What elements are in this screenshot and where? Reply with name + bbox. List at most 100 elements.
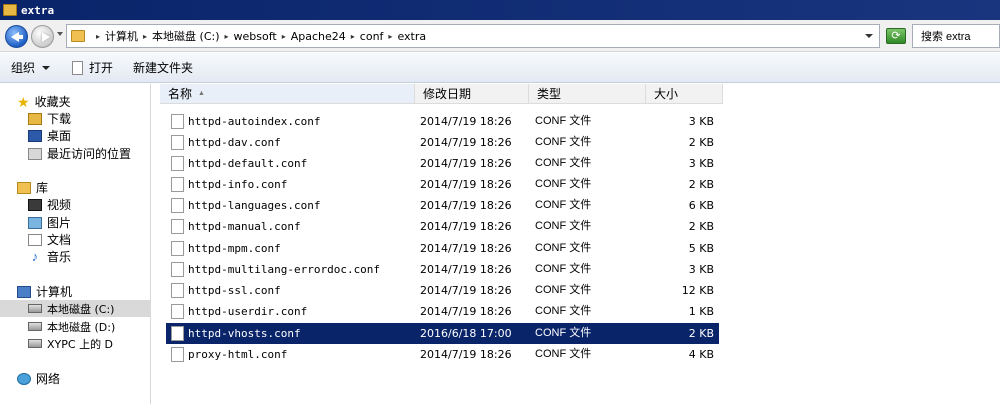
command-bar: 组织 打开 新建文件夹	[0, 53, 1000, 83]
organize-button[interactable]: 组织	[5, 57, 56, 79]
file-name: httpd-userdir.conf	[188, 305, 308, 318]
file-icon	[171, 241, 184, 256]
file-type: CONF 文件	[535, 157, 592, 169]
file-icon	[171, 177, 184, 192]
chevron-down-icon	[42, 65, 51, 70]
file-icon	[171, 114, 184, 129]
nav-desktop[interactable]: 桌面	[0, 127, 151, 144]
nav-local-disk-d[interactable]: 本地磁盘 (D:)	[0, 318, 151, 335]
navigation-pane[interactable]: ★ 收藏夹 下载 桌面 最近访问的位置 库 视频 图片 文档 ♪ 音乐 计算机 …	[0, 84, 151, 404]
column-header-modified[interactable]: 修改日期	[415, 84, 529, 104]
breadcrumb-apache24[interactable]: Apache24	[291, 30, 346, 43]
recent-places-icon	[28, 147, 42, 160]
file-row[interactable]: httpd-ssl.conf 2014/7/19 18:26 CONF 文件 1…	[166, 280, 719, 301]
computer-icon	[17, 285, 31, 298]
column-header-size[interactable]: 大小	[646, 84, 723, 104]
file-modified: 2014/7/19 18:26	[420, 284, 512, 297]
nav-local-disk-c[interactable]: 本地磁盘 (C:)	[0, 300, 151, 317]
nav-downloads[interactable]: 下载	[0, 110, 151, 127]
breadcrumb-websoft[interactable]: websoft	[234, 30, 277, 43]
nav-recent-places[interactable]: 最近访问的位置	[0, 145, 151, 162]
folder-icon	[3, 4, 17, 16]
document-icon	[72, 60, 84, 75]
file-type: CONF 文件	[535, 242, 592, 254]
column-header-type[interactable]: 类型	[529, 84, 646, 104]
window-title: extra	[21, 3, 55, 17]
file-type: CONF 文件	[535, 199, 592, 211]
chevron-right-icon[interactable]: ▸	[388, 32, 392, 41]
file-name: httpd-default.conf	[188, 157, 308, 170]
nav-libraries[interactable]: 库	[0, 179, 151, 196]
music-note-icon: ♪	[31, 248, 39, 264]
chevron-right-icon[interactable]: ▸	[351, 32, 355, 41]
refresh-button[interactable]: ⟳	[886, 28, 906, 44]
file-row[interactable]: httpd-info.conf 2014/7/19 18:26 CONF 文件 …	[166, 174, 719, 195]
file-name: proxy-html.conf	[188, 348, 288, 361]
address-bar[interactable]: ▸ 计算机 ▸ 本地磁盘 (C:) ▸ websoft ▸ Apache24 ▸…	[66, 24, 880, 48]
recent-pages-chevron-down-icon[interactable]	[57, 32, 63, 36]
picture-icon	[28, 216, 42, 229]
video-icon	[28, 198, 42, 211]
nav-computer[interactable]: 计算机	[0, 283, 151, 300]
downloads-folder-icon	[28, 112, 42, 125]
search-input[interactable]: 搜索 extra	[912, 24, 1000, 48]
nav-pictures[interactable]: 图片	[0, 214, 151, 231]
folder-icon	[71, 30, 85, 42]
nav-favorites[interactable]: ★ 收藏夹	[0, 93, 151, 110]
file-type: CONF 文件	[535, 115, 592, 127]
file-size: 12 KB	[681, 284, 714, 297]
breadcrumb-disk-c[interactable]: 本地磁盘 (C:)	[152, 28, 219, 44]
file-modified: 2014/7/19 18:26	[420, 220, 512, 233]
file-name: httpd-manual.conf	[188, 220, 301, 233]
file-row[interactable]: httpd-userdir.conf 2014/7/19 18:26 CONF …	[166, 301, 719, 322]
file-row[interactable]: httpd-multilang-errordoc.conf 2014/7/19 …	[166, 259, 719, 280]
chevron-right-icon[interactable]: ▸	[96, 32, 100, 41]
breadcrumb-conf[interactable]: conf	[360, 30, 384, 43]
file-size: 1 KB	[688, 305, 714, 318]
open-label: 打开	[89, 61, 114, 75]
file-icon	[171, 304, 184, 319]
file-modified: 2014/7/19 18:26	[420, 178, 512, 191]
nav-label: 计算机	[36, 285, 73, 299]
nav-videos[interactable]: 视频	[0, 196, 151, 213]
file-row[interactable]: httpd-languages.conf 2014/7/19 18:26 CON…	[166, 195, 719, 216]
file-row[interactable]: httpd-manual.conf 2014/7/19 18:26 CONF 文…	[166, 216, 719, 237]
nav-network[interactable]: 网络	[0, 370, 151, 387]
open-button[interactable]: 打开	[66, 57, 119, 79]
star-icon: ★	[17, 93, 30, 110]
breadcrumb-extra[interactable]: extra	[397, 30, 426, 43]
nav-label: 网络	[36, 372, 61, 386]
nav-network-drive-xypc[interactable]: XYPC 上的 D	[0, 335, 151, 352]
chevron-right-icon[interactable]: ▸	[143, 32, 147, 41]
column-header-name[interactable]: 名称 ▲	[160, 84, 415, 104]
file-icon	[171, 135, 184, 150]
chevron-right-icon[interactable]: ▸	[225, 32, 229, 41]
nav-music[interactable]: ♪ 音乐	[0, 248, 151, 265]
file-icon	[171, 326, 184, 341]
file-row[interactable]: proxy-html.conf 2014/7/19 18:26 CONF 文件 …	[166, 344, 719, 365]
file-name: httpd-languages.conf	[188, 199, 321, 212]
file-modified: 2014/7/19 18:26	[420, 199, 512, 212]
file-modified: 2014/7/19 18:26	[420, 305, 512, 318]
back-button[interactable]	[5, 25, 28, 48]
file-row[interactable]: httpd-autoindex.conf 2014/7/19 18:26 CON…	[166, 111, 719, 132]
file-row[interactable]: httpd-mpm.conf 2014/7/19 18:26 CONF 文件 5…	[166, 238, 719, 259]
nav-label: 文档	[47, 233, 72, 247]
title-bar[interactable]: extra	[0, 0, 1000, 20]
breadcrumb-computer[interactable]: 计算机	[105, 28, 138, 44]
column-header-label: 修改日期	[423, 87, 472, 101]
address-history-chevron-down-icon[interactable]	[865, 34, 873, 38]
chevron-right-icon[interactable]: ▸	[282, 32, 286, 41]
nav-label: 音乐	[47, 250, 72, 264]
file-row[interactable]: httpd-dav.conf 2014/7/19 18:26 CONF 文件 2…	[166, 132, 719, 153]
new-folder-button[interactable]: 新建文件夹	[127, 57, 199, 79]
file-row[interactable]: httpd-default.conf 2014/7/19 18:26 CONF …	[166, 153, 719, 174]
nav-documents[interactable]: 文档	[0, 231, 151, 248]
file-icon	[171, 283, 184, 298]
nav-label: 桌面	[47, 129, 72, 143]
refresh-icon: ⟳	[891, 30, 901, 42]
file-row-selected[interactable]: httpd-vhosts.conf 2016/6/18 17:00 CONF 文…	[166, 323, 719, 344]
nav-label: 最近访问的位置	[47, 147, 132, 161]
forward-button[interactable]	[31, 25, 54, 48]
file-name: httpd-info.conf	[188, 178, 288, 191]
